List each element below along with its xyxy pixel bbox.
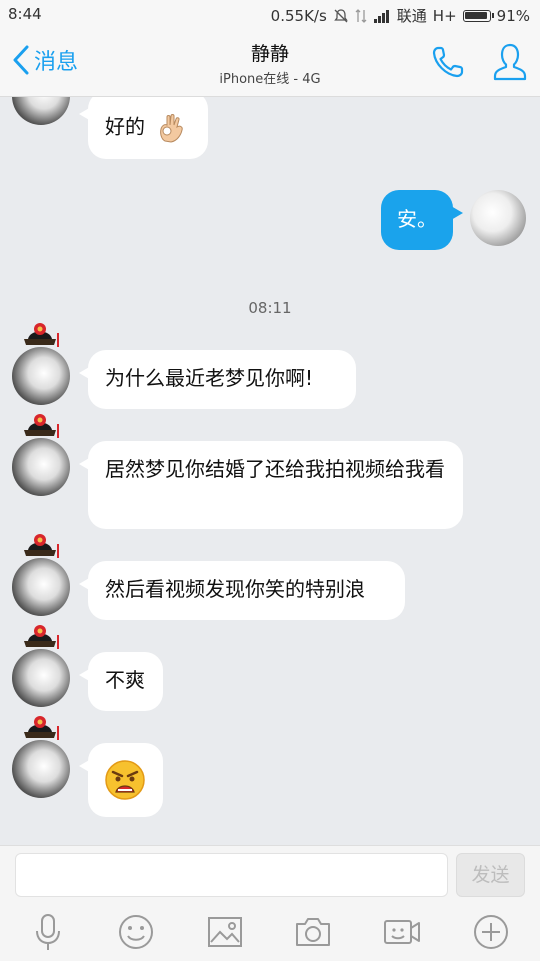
angry-face-emoji [105, 760, 145, 800]
official-hat-icon [24, 534, 59, 558]
message-bubble[interactable]: 好的 [79, 97, 208, 159]
microphone-icon[interactable] [28, 912, 68, 952]
status-time: 8:44 [8, 5, 42, 23]
data-arrows-icon [355, 8, 367, 23]
my-avatar[interactable] [470, 190, 526, 246]
contact-avatar[interactable] [12, 414, 70, 496]
message-text: 为什么最近老梦见你啊! [105, 366, 314, 390]
message-bubble[interactable]: 为什么最近老梦见你啊! [79, 350, 356, 409]
official-hat-icon [24, 625, 59, 649]
network-speed: 0.55K/s [270, 6, 327, 25]
message-text: 不爽 [105, 668, 145, 692]
phone-icon[interactable] [430, 44, 466, 80]
message-bubble[interactable]: 不爽 [79, 652, 163, 711]
message-list: 好的 安。 08:11 为什么最近老梦见你啊! 居然梦见你结婚了还给我拍视频给我… [0, 97, 540, 845]
message-bubble[interactable] [79, 743, 163, 817]
official-hat-icon [24, 414, 59, 438]
ok-hand-emoji [160, 114, 184, 143]
composer-toolbar [0, 908, 540, 958]
mute-bell-icon [333, 8, 348, 22]
contact-avatar[interactable] [12, 716, 70, 798]
camera-icon[interactable] [293, 912, 333, 952]
message-timestamp: 08:11 [248, 299, 292, 317]
message-text: 然后看视频发现你笑的特别浪 [105, 577, 365, 601]
smiley-icon[interactable] [116, 912, 156, 952]
contact-avatar[interactable] [12, 534, 70, 616]
message-bubble[interactable]: 居然梦见你结婚了还给我拍视频给我看 [79, 441, 463, 529]
message-text: 安。 [397, 207, 437, 231]
image-icon[interactable] [205, 912, 245, 952]
status-bar: 8:44 0.55K/s 联通 H+ 91% [0, 0, 540, 30]
official-hat-icon [24, 716, 59, 740]
status-indicators: 0.55K/s 联通 H+ 91% [271, 5, 530, 26]
message-text: 好的 [105, 114, 145, 139]
carrier-name: 联通 [396, 7, 427, 25]
contact-avatar[interactable] [12, 625, 70, 707]
contact-avatar[interactable] [12, 97, 70, 125]
signal-icon [373, 9, 389, 23]
official-hat-icon [24, 323, 59, 347]
message-input[interactable] [15, 853, 448, 897]
message-text: 居然梦见你结婚了还给我拍视频给我看 [105, 457, 445, 481]
sent-message-bubble[interactable]: 安。 [381, 190, 463, 250]
profile-icon[interactable] [492, 42, 528, 82]
chat-header: 消息 静静 iPhone在线 - 4G [0, 30, 540, 97]
composer: 发送 [0, 845, 540, 961]
send-button[interactable]: 发送 [456, 853, 525, 897]
network-type: H+ [432, 6, 457, 25]
plus-icon[interactable] [471, 912, 511, 952]
battery-level: 91% [496, 6, 530, 25]
contact-avatar[interactable] [12, 323, 70, 405]
video-call-icon[interactable] [382, 912, 422, 952]
battery-icon [462, 9, 494, 22]
message-bubble[interactable]: 然后看视频发现你笑的特别浪 [79, 561, 405, 620]
